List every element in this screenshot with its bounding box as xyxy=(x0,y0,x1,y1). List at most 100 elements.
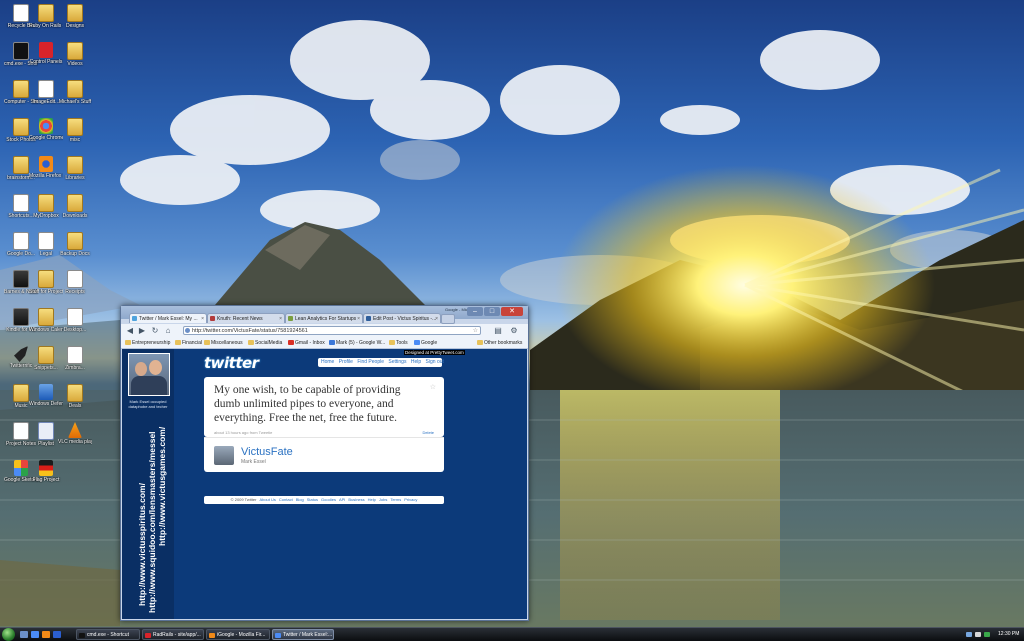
desktop-icon[interactable]: Backup Docs xyxy=(58,232,92,257)
author-avatar[interactable] xyxy=(214,446,234,465)
start-button[interactable] xyxy=(2,628,15,641)
desktop-icon[interactable]: Designs xyxy=(58,4,92,29)
network-icon[interactable] xyxy=(966,632,972,637)
favorite-star-icon[interactable]: ☆ xyxy=(430,383,436,391)
tab-close-icon[interactable]: × xyxy=(201,314,204,323)
bookmarks-bar: Entrepreneurship Financial Miscellaneous… xyxy=(121,338,528,349)
nav-sign-out[interactable]: Sign out xyxy=(426,359,444,365)
taskbar-twitter-chrome[interactable]: Twitter / Mark Essel:... xyxy=(272,629,334,640)
bookmark-gmail[interactable]: Gmail - Inbox xyxy=(288,339,325,347)
bookmark-financial[interactable]: Financial xyxy=(175,339,202,347)
desktop-icon[interactable]: Receipts xyxy=(58,270,92,295)
delete-tweet-link[interactable]: Delete xyxy=(422,430,434,435)
desktop-icon[interactable]: VLC media player xyxy=(58,422,92,445)
desktop-icon[interactable]: Libraries xyxy=(58,156,92,181)
desktop-icon[interactable]: misc xyxy=(58,118,92,143)
windows-taskbar: cmd.exe - Shortcut RadRails - site/app/.… xyxy=(0,627,1024,641)
footer-link[interactable]: Help xyxy=(368,497,376,502)
taskbar-firefox[interactable]: iGoogle - Mozilla Fir... xyxy=(206,629,270,640)
system-clock[interactable]: 12:30 PM xyxy=(998,628,1019,641)
footer-link[interactable]: Status xyxy=(307,497,318,502)
flag-icon xyxy=(39,460,53,476)
folder-icon xyxy=(389,340,395,345)
nav-find-people[interactable]: Find People xyxy=(357,359,384,365)
desktop-icon[interactable]: Flag Project xyxy=(29,460,63,483)
bookmark-other[interactable]: Other bookmarks xyxy=(477,339,522,347)
nav-help[interactable]: Help xyxy=(411,359,421,365)
tab-edit-post[interactable]: Edit Post - Victus Spiritus -... × xyxy=(363,313,441,323)
book-icon xyxy=(13,270,29,288)
tab-lean-analytics[interactable]: Lean Analytics For Startups × xyxy=(285,313,363,323)
side-url-victusgames[interactable]: http://www.victusgames.com/ xyxy=(157,427,167,546)
home-icon[interactable]: ⌂ xyxy=(163,326,173,336)
nav-profile[interactable]: Profile xyxy=(339,359,353,365)
footer-link[interactable]: About Us xyxy=(259,497,275,502)
ie-quicklaunch-icon[interactable] xyxy=(53,631,61,638)
taskbar-radrails[interactable]: RadRails - site/app/... xyxy=(142,629,204,640)
minimize-button[interactable]: – xyxy=(467,307,483,316)
tab-close-icon[interactable]: × xyxy=(279,314,282,323)
document-icon xyxy=(38,232,54,250)
volume-icon[interactable] xyxy=(975,632,981,637)
desktop-icon[interactable]: Michael's Stuff xyxy=(58,80,92,105)
maximize-button[interactable]: □ xyxy=(484,307,500,316)
document-icon xyxy=(38,80,54,98)
desktop-icon[interactable]: Downloads xyxy=(58,194,92,219)
footer-link[interactable]: Business xyxy=(348,497,364,502)
bookmark-miscellaneous[interactable]: Miscellaneous xyxy=(204,339,243,347)
folder-icon xyxy=(13,384,29,402)
nav-home[interactable]: Home xyxy=(321,359,334,365)
bookmark-star-icon[interactable]: ☆ xyxy=(473,327,478,336)
twitter-logo[interactable]: twitter xyxy=(204,354,259,372)
desktop-icon[interactable]: Desktop... xyxy=(58,308,92,333)
reload-icon[interactable]: ↻ xyxy=(150,326,160,336)
tweet-timestamp[interactable]: about 13 hours ago from Tweetie xyxy=(214,430,272,435)
tab-twitter[interactable]: Twitter / Mark Essel: My ... × xyxy=(129,313,207,323)
bookmark-entrepreneurship[interactable]: Entrepreneurship xyxy=(125,339,170,347)
dropbox-tray-icon[interactable] xyxy=(984,632,990,637)
side-url-victusspiritus[interactable]: http://www.victusspiritus.com/ xyxy=(137,483,147,606)
footer-link[interactable]: Terms xyxy=(390,497,401,502)
profile-bio: Mark Essel occupied dataphobe and techer xyxy=(128,399,168,409)
tweet-author: VictusFate Mark Essel xyxy=(204,437,444,472)
author-screen-name[interactable]: VictusFate xyxy=(241,446,293,458)
chrome-quicklaunch-icon[interactable] xyxy=(31,631,39,638)
firefox-icon xyxy=(209,633,215,638)
knuth-favicon-icon xyxy=(210,316,215,321)
tab-knuth[interactable]: Knuth: Recent News × xyxy=(207,313,285,323)
side-url-squidoo[interactable]: http://www.squidoo.com/lensmasters/messe… xyxy=(147,431,157,613)
tab-close-icon[interactable]: × xyxy=(435,314,438,323)
footer-link[interactable]: Jobs xyxy=(379,497,387,502)
taskbar-cmd[interactable]: cmd.exe - Shortcut xyxy=(76,629,140,640)
footer-link[interactable]: Goodies xyxy=(321,497,336,502)
shield-icon xyxy=(39,384,53,400)
twitter-footer: © 2009 Twitter About Us Contact Blog Status G… xyxy=(204,496,444,504)
footer-link[interactable]: Contact xyxy=(279,497,293,502)
desktop-icon-label: Michael's Stuff xyxy=(58,99,92,105)
tab-close-icon[interactable]: × xyxy=(357,314,360,323)
back-arrow-icon[interactable]: ◀ xyxy=(125,326,135,336)
new-tab-button[interactable] xyxy=(441,314,455,324)
show-desktop-icon[interactable] xyxy=(20,631,28,638)
footer-link[interactable]: Blog xyxy=(296,497,304,502)
footer-link[interactable]: Privacy xyxy=(404,497,417,502)
footer-link[interactable]: API xyxy=(339,497,345,502)
bookmark-google[interactable]: Google xyxy=(414,339,437,347)
desktop-icon[interactable]: Deals xyxy=(58,384,92,409)
forward-arrow-icon[interactable]: ▶ xyxy=(137,326,147,336)
firefox-quicklaunch-icon[interactable] xyxy=(42,631,50,638)
chrome-browser-window[interactable]: Google - Michael – □ ✕ Twitter / Mark Es… xyxy=(120,305,529,621)
desktop-icon[interactable]: Videos xyxy=(58,42,92,67)
designed-by-note[interactable]: Designed at PrettyTweet.com xyxy=(404,350,465,355)
bookmark-tools[interactable]: Tools xyxy=(389,339,408,347)
page-menu-icon[interactable]: ▤ xyxy=(493,326,503,336)
wrench-menu-icon[interactable]: ⚙ xyxy=(509,326,519,336)
bookmark-google-wave[interactable]: Mark (5) - Google W... xyxy=(329,339,385,347)
close-button[interactable]: ✕ xyxy=(501,307,523,316)
bookmark-socialmedia[interactable]: SocialMedia xyxy=(248,339,282,347)
desktop-icon[interactable]: Zimbra... xyxy=(58,346,92,371)
google-icon xyxy=(414,340,420,345)
address-bar[interactable]: http://twitter.com/VictusFate/status/758… xyxy=(183,326,481,335)
nav-settings[interactable]: Settings xyxy=(388,359,406,365)
lean-analytics-favicon-icon xyxy=(288,316,293,321)
